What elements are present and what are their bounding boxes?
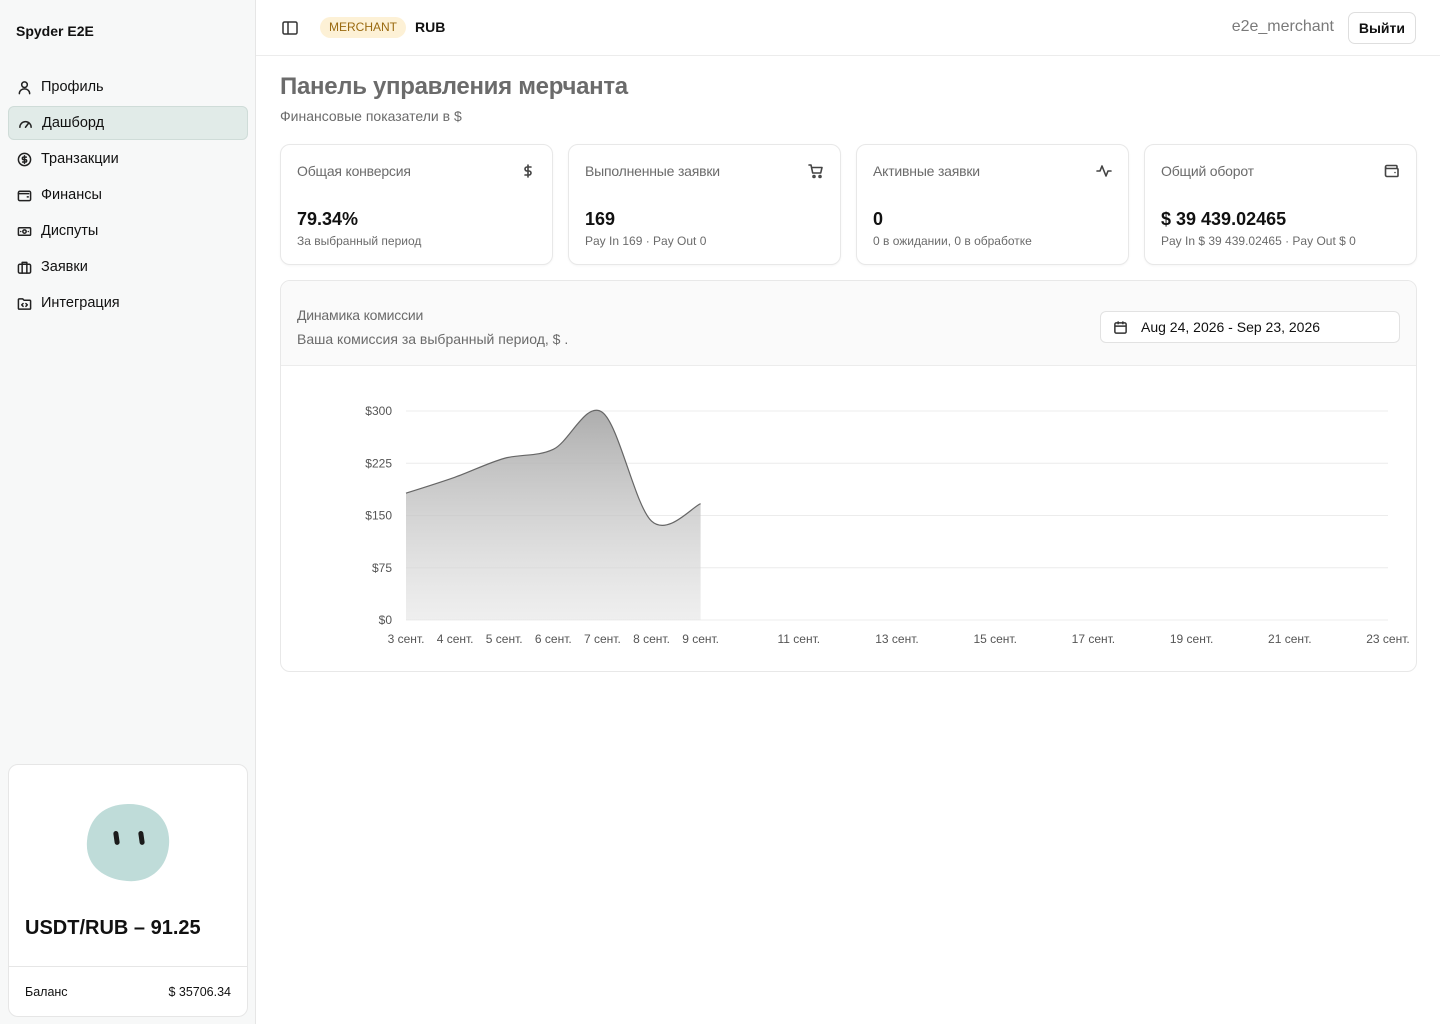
sidebar-item-label: Дашборд [42, 115, 105, 131]
stat-card-active: Активные заявки 0 0 в ожидании, 0 в обра… [856, 144, 1129, 265]
cart-icon [808, 163, 824, 179]
stat-card-turnover: Общий оборот $ 39 439.02465 Pay In $ 39 … [1144, 144, 1417, 265]
stat-value: 79.34% [297, 209, 359, 229]
stat-subtext: Pay In $ 39 439.02465 · Pay Out $ 0 [1161, 234, 1356, 248]
x-tick-label: 17 сент. [1072, 632, 1115, 646]
stat-title: Выполненные заявки [585, 163, 720, 179]
x-tick-label: 11 сент. [778, 632, 821, 646]
sidebar-item-label: Финансы [41, 187, 102, 203]
stat-subtext: За выбранный период [297, 234, 422, 248]
stat-subtext: 0 в ожидании, 0 в обработке [873, 234, 1032, 248]
wallet-icon [16, 187, 32, 203]
currency-label: RUB [415, 19, 446, 35]
activity-icon [1096, 163, 1112, 179]
rate-card: USDT/RUB – 91.25 Баланс $ 35706.34 [8, 764, 248, 1017]
sidebar-toggle-icon[interactable] [280, 18, 300, 38]
dollar-circle-icon [16, 151, 32, 167]
sidebar-item-profile[interactable]: Профиль [8, 70, 248, 104]
sidebar-item-dashboard[interactable]: Дашборд [8, 106, 248, 140]
y-tick-label: $150 [365, 509, 392, 523]
x-tick-label: 4 сент. [437, 632, 474, 646]
folder-code-icon [16, 295, 32, 311]
x-tick-label: 8 сент. [633, 632, 670, 646]
y-tick-label: $225 [365, 456, 392, 470]
x-tick-label: 21 сент. [1268, 632, 1311, 646]
mascot-image [86, 804, 170, 882]
username: e2e_merchant [1231, 18, 1334, 35]
top-header: MERCHANT RUB e2e_merchant Выйти [256, 0, 1440, 56]
x-tick-label: 15 сент. [973, 632, 1016, 646]
role-badge: MERCHANT [320, 17, 406, 38]
balance-value: $ 35706.34 [168, 984, 231, 999]
briefcase-icon [16, 259, 32, 275]
sidebar-item-disputes[interactable]: Диспуты [8, 214, 248, 248]
stat-value: 169 [585, 209, 616, 229]
wallet-icon [1384, 163, 1400, 179]
sidebar-item-label: Транзакции [41, 151, 119, 167]
stat-value: $ 39 439.02465 [1161, 209, 1287, 229]
stat-card-completed: Выполненные заявки 169 Pay In 169 · Pay … [568, 144, 841, 265]
sidebar-item-finance[interactable]: Финансы [8, 178, 248, 212]
stat-card-conversion: Общая конверсия 79.34% За выбранный пери… [280, 144, 553, 265]
sidebar-nav: Профиль Дашборд Транзакции Финансы Диспу… [8, 70, 248, 322]
x-tick-label: 9 сент. [682, 632, 719, 646]
commission-area-chart: $0 $75 $150 $225 $300 3 сент. 4 сент. 5 сент. 6 … [365, 404, 1409, 646]
page-subtitle: Финансовые показатели в $ [280, 108, 462, 124]
balance-row: Баланс $ 35706.34 [9, 966, 247, 1016]
sidebar-item-label: Профиль [41, 79, 104, 95]
stat-subtext: Pay In 169 · Pay Out 0 [585, 234, 707, 248]
x-tick-label: 6 сент. [535, 632, 572, 646]
commission-chart-card: Динамика комиссии Ваша комиссия за выбра… [280, 280, 1417, 672]
banknote-icon [16, 223, 32, 239]
x-tick-label: 13 сент. [875, 632, 918, 646]
stat-title: Общий оборот [1161, 163, 1254, 179]
dollar-icon [520, 163, 536, 179]
sidebar: Spyder E2E Профиль Дашборд Транзакции Фи… [0, 0, 256, 1024]
x-tick-label: 23 сент. [1366, 632, 1409, 646]
stat-value: 0 [873, 209, 884, 229]
balance-label: Баланс [25, 984, 68, 999]
sidebar-item-label: Диспуты [41, 223, 99, 239]
y-tick-label: $75 [372, 561, 392, 575]
exchange-rate: USDT/RUB – 91.25 [25, 917, 201, 939]
logout-button[interactable]: Выйти [1347, 12, 1416, 44]
x-tick-label: 7 сент. [584, 632, 621, 646]
sidebar-item-transactions[interactable]: Транзакции [8, 142, 248, 176]
stat-title: Общая конверсия [297, 163, 411, 179]
x-tick-label: 19 сент. [1170, 632, 1213, 646]
stat-title: Активные заявки [873, 163, 980, 179]
page-title: Панель управления мерчанта [280, 73, 628, 100]
sidebar-item-requests[interactable]: Заявки [8, 250, 248, 284]
sidebar-item-label: Интеграция [41, 295, 120, 311]
y-tick-label: $300 [365, 404, 392, 418]
user-icon [16, 79, 32, 95]
gauge-icon [17, 115, 33, 131]
sidebar-item-label: Заявки [41, 259, 88, 275]
y-tick-label: $0 [379, 613, 393, 627]
x-tick-label: 3 сент. [388, 632, 425, 646]
brand-name: Spyder E2E [16, 23, 94, 39]
x-tick-label: 5 сент. [486, 632, 523, 646]
sidebar-item-integration[interactable]: Интеграция [8, 286, 248, 320]
